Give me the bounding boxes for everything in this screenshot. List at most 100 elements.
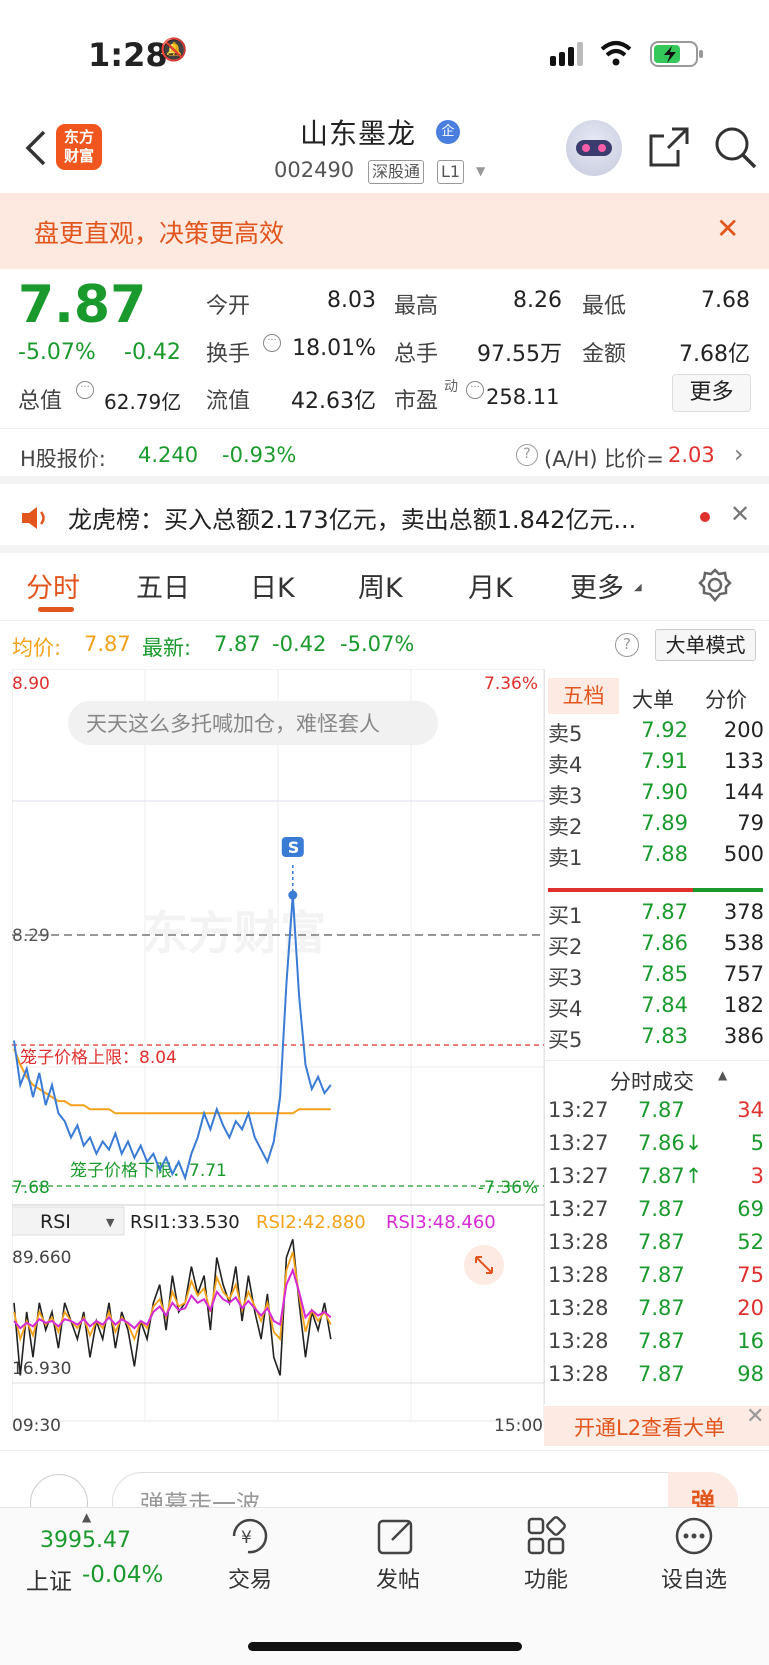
bid-row: 买1 7.87 378: [548, 900, 764, 930]
index-name[interactable]: 上证: [26, 1562, 72, 1596]
nav-post[interactable]: 发帖: [348, 1562, 448, 1594]
caret-up-icon[interactable]: ▲: [82, 1510, 91, 1524]
l2-upgrade-text[interactable]: 开通L2查看大单: [574, 1412, 725, 1442]
rsi3-label: RSI3:48.460: [386, 1212, 496, 1233]
status-time: 1:28: [88, 36, 168, 74]
volume-value: 97.55万: [477, 342, 562, 367]
close-icon[interactable]: ✕: [746, 1404, 764, 1429]
trade-volume: 16: [737, 1329, 764, 1353]
level-label: 卖4: [548, 753, 583, 777]
level-volume: 133: [723, 749, 764, 773]
close-icon[interactable]: ✕: [716, 212, 739, 245]
apps-icon[interactable]: [526, 1516, 566, 1556]
more-button[interactable]: 更多: [672, 374, 751, 412]
chevron-down-icon[interactable]: ▼: [476, 164, 485, 178]
tab-five-levels[interactable]: 五档: [548, 678, 619, 714]
tab-monthly-k[interactable]: 月K: [468, 566, 513, 605]
trade-price: 7.87: [638, 1098, 685, 1122]
trade-price: 7.87: [638, 1263, 685, 1287]
rsi-top-label: 89.660: [12, 1248, 71, 1268]
wifi-icon: [600, 41, 632, 66]
trade-row: 13:27 7.87 69: [548, 1197, 764, 1227]
tab-more[interactable]: 更多: [570, 566, 624, 605]
robot-assistant-icon[interactable]: [566, 120, 622, 176]
ask-row: 卖4 7.91 133: [548, 749, 764, 779]
level-price: 7.88: [641, 842, 688, 866]
latest-pct: -5.07%: [340, 632, 415, 656]
trade-row: 13:27 7.87 34: [548, 1098, 764, 1128]
high-label: 最高: [394, 294, 439, 319]
trade-time: 13:27: [548, 1197, 609, 1221]
tab-weekly-k[interactable]: 周K: [358, 566, 403, 605]
mktcap-value: 62.79亿: [104, 390, 182, 414]
nav-functions[interactable]: 功能: [496, 1562, 596, 1594]
y-top-pct-label: 7.36%: [484, 674, 538, 694]
close-icon[interactable]: ✕: [730, 500, 750, 528]
y-top-label: 8.90: [12, 674, 50, 694]
more-dots-icon[interactable]: ···: [263, 334, 281, 352]
index-pct[interactable]: -0.04%: [82, 1562, 163, 1588]
signal-label: S: [288, 838, 300, 857]
share-icon[interactable]: [648, 126, 690, 168]
trade-volume: 98: [737, 1362, 764, 1386]
unread-dot: [700, 512, 710, 522]
level-label: 买2: [548, 935, 583, 959]
stock-code: 002490: [274, 158, 355, 182]
tab-daily-k[interactable]: 日K: [250, 566, 295, 605]
dragon-tiger-notice[interactable]: 龙虎榜：买入总额2.173亿元，卖出总额1.842亿元...: [68, 500, 688, 535]
more-dots-icon[interactable]: ···: [76, 381, 94, 399]
index-value[interactable]: 3995.47: [40, 1528, 131, 1553]
trade-time: 13:28: [548, 1362, 609, 1386]
back-icon[interactable]: [22, 128, 52, 168]
tab-five-day[interactable]: 五日: [136, 566, 190, 605]
trade-time: 13:28: [548, 1329, 609, 1353]
level-label: 卖2: [548, 815, 583, 839]
trade-volume: 34: [737, 1098, 764, 1122]
watermark: 东方财富: [142, 906, 326, 960]
trade-volume: 75: [737, 1263, 764, 1287]
level-label: 买1: [548, 904, 583, 928]
change-amount: -0.42: [124, 340, 181, 365]
tab-indicator: [38, 607, 74, 612]
ah-ratio-label: (A/H) 比价=: [544, 447, 664, 471]
pe-label: 市盈: [394, 389, 439, 414]
amount-value: 7.68亿: [679, 342, 750, 367]
big-order-mode-button[interactable]: 大单模式: [655, 629, 756, 661]
search-icon[interactable]: [714, 126, 758, 170]
level-volume: 538: [723, 931, 764, 955]
trade-volume: 69: [737, 1197, 764, 1221]
trade-time: 13:27: [548, 1131, 609, 1155]
post-icon[interactable]: [376, 1516, 416, 1556]
level-volume: 386: [723, 1024, 764, 1048]
intraday-chart[interactable]: 东方财富 天天这么多托喊加仓，难怪套人 8.90 7.36% 8.29 7.68…: [12, 669, 544, 1437]
latest-value: 7.87: [214, 632, 261, 656]
tab-price-dist[interactable]: 分价: [705, 684, 747, 714]
pe-value: 258.11: [486, 385, 560, 409]
tab-intraday[interactable]: 分时: [26, 566, 80, 605]
trade-price: 7.87: [638, 1296, 685, 1320]
nav-trade[interactable]: 交易: [200, 1562, 300, 1594]
chevron-right-icon[interactable]: ›: [734, 440, 744, 468]
bid-bar: [693, 888, 763, 892]
caret-icon: ◢: [634, 582, 642, 593]
trade-icon[interactable]: ¥: [228, 1516, 272, 1556]
open-value: 8.03: [327, 288, 376, 313]
nav-add-watchlist[interactable]: 设自选: [644, 1562, 744, 1594]
help-icon[interactable]: ?: [615, 633, 639, 657]
level-price: 7.83: [641, 1024, 688, 1048]
gear-icon[interactable]: [698, 568, 732, 602]
trade-row: 13:27 7.86↓ 5: [548, 1131, 764, 1161]
more-icon[interactable]: [674, 1516, 714, 1556]
tab-big-orders[interactable]: 大单: [632, 684, 674, 714]
level-tag[interactable]: L1: [437, 160, 465, 184]
avg-value: 7.87: [84, 632, 131, 656]
level-price: 7.87: [641, 900, 688, 924]
trades-header[interactable]: 分时成交: [610, 1066, 694, 1096]
h-share-pct: -0.93%: [222, 443, 297, 467]
trade-price: 7.87: [638, 1197, 685, 1221]
more-dots-icon[interactable]: ···: [466, 381, 484, 399]
low-value: 7.68: [701, 288, 750, 313]
level-volume: 757: [723, 962, 764, 986]
change-percent: -5.07%: [18, 340, 96, 365]
help-icon[interactable]: ?: [516, 444, 538, 466]
